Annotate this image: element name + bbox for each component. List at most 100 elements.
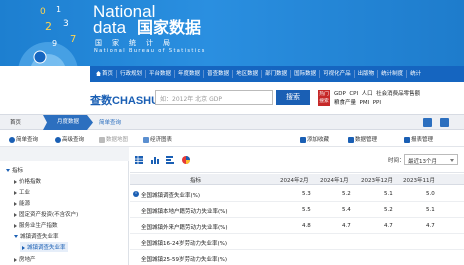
- nav-item[interactable]: 统计: [407, 70, 424, 78]
- column-header[interactable]: 2023年12月: [361, 176, 393, 184]
- view-toolbar: 时间： 最近13个月: [130, 147, 464, 173]
- info-icon[interactable]: i: [133, 191, 139, 197]
- indicator-name: 全国城镇16-24岁劳动力失业率(%): [141, 241, 228, 247]
- indicator-name: 全国城镇调查失业率(%): [141, 193, 201, 199]
- advanced-query-button[interactable]: 高级查询: [55, 135, 84, 143]
- nav-label: 首页: [102, 71, 114, 77]
- collapsed-icon: [14, 190, 17, 195]
- nav-item[interactable]: 国际数据: [291, 70, 321, 78]
- cell-value: 5.2: [384, 207, 393, 213]
- data-area: 时间： 最近13个月 指标 2024年2月 2024年1月 2023年12月 2…: [130, 147, 464, 265]
- indicator-tree: 指标 价格指数 工业 能源 固定资产投资(不含农户) 服务业生产指数 城镇调查失…: [0, 147, 129, 265]
- collapsed-icon: [14, 257, 17, 262]
- svg-text:7: 7: [70, 34, 76, 45]
- column-header[interactable]: 指标: [190, 176, 201, 184]
- chashu-logo-en: CHASHU: [112, 95, 160, 107]
- tool-label: 经济图表: [150, 137, 173, 143]
- tree-label: 城镇调查失业率: [20, 234, 59, 240]
- plus-icon: [300, 136, 306, 143]
- horizontal-bar-icon[interactable]: [166, 156, 174, 164]
- column-header[interactable]: 2024年1月: [320, 176, 349, 184]
- logo-subtitle-cn: 国家统计局: [95, 39, 180, 47]
- site-banner: 0 1 2 3 7 9 National data 国家数据 国家统计局 Nat…: [0, 0, 464, 66]
- nav-item[interactable]: 统计制度: [378, 70, 408, 78]
- economic-chart-button[interactable]: 经济图表: [143, 135, 172, 143]
- tree-root[interactable]: 指标: [6, 166, 23, 174]
- tree-item[interactable]: 价格指数: [14, 177, 41, 185]
- hot-link[interactable]: GDP: [334, 91, 346, 97]
- column-header[interactable]: 2024年2月: [280, 176, 309, 184]
- table-row: i 全国城镇调查失业率(%) 5.3 5.2 5.1 5.0: [130, 187, 464, 202]
- logo-data: data: [93, 18, 127, 37]
- collapsed-icon: [14, 201, 17, 206]
- breadcrumb-current[interactable]: 月度数据: [43, 115, 93, 130]
- breadcrumb: 首页 月度数据 简单查询: [0, 114, 464, 130]
- hot-link[interactable]: 人口: [362, 91, 373, 97]
- chashu-logo: 查数CHASHU: [90, 92, 159, 108]
- data-manage-button[interactable]: 数据管理: [348, 135, 377, 143]
- tree-item[interactable]: 城镇调查失业率: [14, 232, 59, 240]
- indicator-name: 全国城镇外来户籍劳动力失业率(%): [141, 225, 228, 231]
- report-manage-button[interactable]: 报表管理: [404, 135, 433, 143]
- data-map-button[interactable]: 数据地图: [99, 135, 128, 143]
- collapsed-icon: [14, 223, 17, 228]
- main-nav: 首页 行政规划 平台数据 年度数据 普查数据 地区数据 部门数据 国际数据 可视…: [90, 66, 464, 82]
- tool-label: 数据管理: [355, 137, 378, 143]
- hot-link[interactable]: CPI: [349, 91, 358, 97]
- collapsed-icon: [14, 212, 17, 217]
- hot-search-badge: 热门搜索: [318, 90, 330, 106]
- nav-item[interactable]: 普查数据: [204, 70, 234, 78]
- pie-chart-icon[interactable]: [182, 156, 190, 164]
- download-icon[interactable]: [423, 118, 432, 127]
- database-icon: [348, 136, 354, 143]
- nav-item[interactable]: 年度数据: [175, 70, 205, 78]
- tree-item[interactable]: 工业: [14, 188, 30, 196]
- tree-item[interactable]: 固定资产投资(不含农户): [14, 210, 78, 218]
- tree-label: 价格指数: [19, 179, 42, 185]
- table-row: 全国城镇16-24岁劳动力失业率(%): [130, 235, 464, 250]
- tree-item[interactable]: 房地产: [14, 255, 36, 263]
- svg-text:9: 9: [52, 39, 57, 48]
- cell-value: 5.2: [342, 191, 351, 197]
- simple-query-button[interactable]: 简单查询: [9, 135, 38, 143]
- svg-text:2: 2: [45, 20, 52, 33]
- nav-item[interactable]: 地区数据: [233, 70, 263, 78]
- add-favorite-button[interactable]: 添加收藏: [300, 135, 329, 143]
- digits-logo-graphic: 0 1 2 3 7 9: [18, 5, 78, 66]
- table-row: 全国城镇外来户籍劳动力失业率(%) 4.8 4.7 4.7 4.7: [130, 219, 464, 234]
- nav-home[interactable]: 首页: [93, 70, 118, 78]
- tree-item[interactable]: 能源: [14, 199, 30, 207]
- nav-item[interactable]: 出版物: [355, 70, 379, 78]
- svg-text:0: 0: [40, 7, 46, 17]
- search-button[interactable]: 搜索: [276, 90, 310, 105]
- hot-link[interactable]: 社会消费品零售额: [376, 91, 420, 97]
- nav-item[interactable]: 平台数据: [146, 70, 176, 78]
- hot-link[interactable]: PPI: [373, 100, 381, 106]
- tool-label: 报表管理: [411, 137, 434, 143]
- tree-label: 城镇调查失业率: [27, 245, 66, 251]
- table-view-icon[interactable]: [135, 156, 143, 164]
- print-icon[interactable]: [440, 118, 449, 127]
- logo-cn: 国家数据: [137, 18, 202, 37]
- time-range-select[interactable]: 最近13个月: [404, 154, 458, 165]
- search-input[interactable]: 如：2012年 北京 GDP: [155, 90, 273, 105]
- breadcrumb-next[interactable]: 简单查询: [99, 118, 121, 126]
- toolbar: 简单查询 高级查询 数据地图 经济图表 添加收藏 数据管理 报表管理: [0, 130, 464, 147]
- tree-label: 房地产: [19, 257, 36, 263]
- indicator-name: 全国城镇本地户籍劳动力失业率(%): [141, 209, 228, 215]
- bar-chart-icon[interactable]: [151, 156, 159, 164]
- column-header[interactable]: 2023年11月: [403, 176, 435, 184]
- hot-link[interactable]: PMI: [360, 100, 370, 106]
- cell-value: 5.1: [384, 191, 393, 197]
- tree-item[interactable]: 服务业生产指数: [14, 221, 58, 229]
- cell-value: 4.8: [302, 223, 311, 229]
- search-icon: [9, 136, 15, 143]
- hot-link[interactable]: 粮食产量: [334, 100, 356, 106]
- cell-value: 4.7: [426, 223, 435, 229]
- breadcrumb-home[interactable]: 首页: [10, 118, 21, 126]
- nav-item[interactable]: 行政规划: [117, 70, 147, 78]
- chevron-down-icon: [450, 159, 454, 162]
- nav-item[interactable]: 可视化产品: [320, 70, 355, 78]
- nav-item[interactable]: 部门数据: [262, 70, 292, 78]
- tree-item-selected[interactable]: 城镇调查失业率: [20, 242, 68, 252]
